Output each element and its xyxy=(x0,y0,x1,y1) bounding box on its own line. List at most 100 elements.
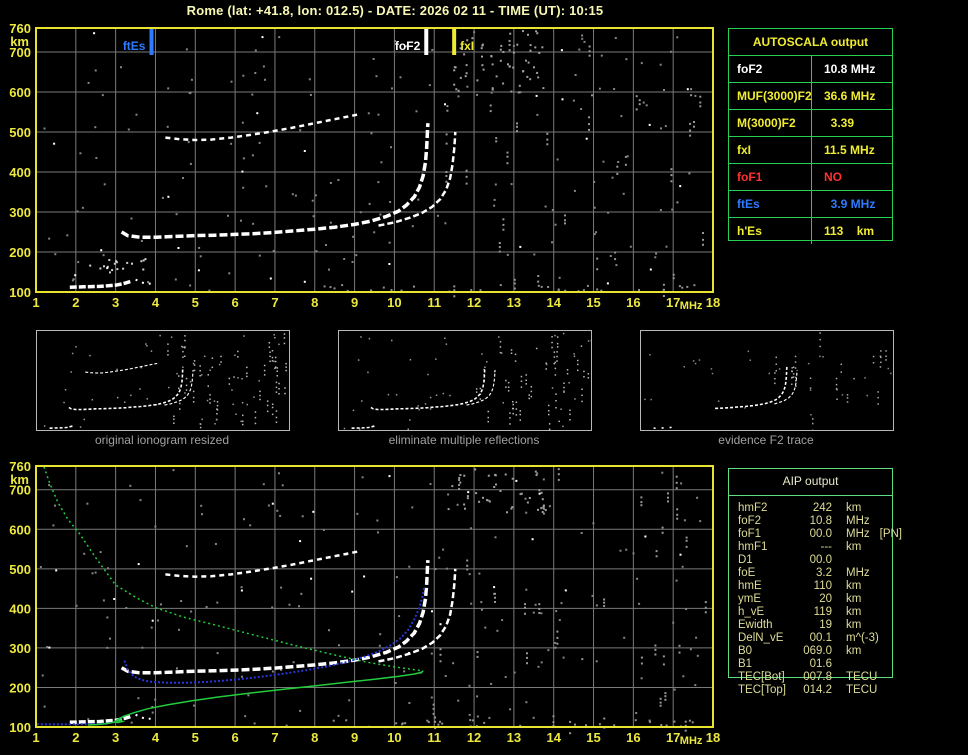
trace-es_tail xyxy=(135,713,155,721)
aip-extra xyxy=(877,684,887,697)
trace-es xyxy=(69,279,133,289)
aip-name: foF2 xyxy=(738,515,762,527)
marker-label-ftEs: ftEs xyxy=(123,39,146,53)
aip-unit: MHz xyxy=(846,567,870,579)
aip-value: 10.8 xyxy=(809,515,832,527)
x-tick-label: 1 xyxy=(32,730,39,745)
aip-unit: km xyxy=(846,541,862,553)
y-tick-label: 300 xyxy=(9,641,31,656)
trace-es_tail xyxy=(135,278,155,286)
x-tick-label: 7 xyxy=(271,295,278,310)
aip-extra xyxy=(870,515,880,528)
aip-value: --- xyxy=(820,541,833,553)
aip-unit: km xyxy=(846,606,862,618)
autoscala-row-value: NO xyxy=(824,170,842,184)
aip-table-rows: hmF2 242 km foF2 10.8 MHz foF1 00.0 MHz [PN] hmF1 -… xyxy=(728,502,904,697)
aip-row-hmF1: hmF1 --- km xyxy=(728,541,904,554)
x-tick-label: 17 xyxy=(666,295,680,310)
autoscala-row-label: fxI xyxy=(729,137,812,163)
aip-name: hmF2 xyxy=(738,502,768,514)
aip-unit: km xyxy=(846,645,862,657)
autoscala-row-MUF(3000)F2: MUF(3000)F2 36.6 MHz xyxy=(729,83,892,110)
trace-f2_x xyxy=(774,369,798,405)
y-tick-label: 500 xyxy=(9,125,31,140)
aip-unit xyxy=(832,658,846,671)
aip-row-B1: B1 01.6 xyxy=(728,658,904,671)
aip-extra xyxy=(861,593,871,606)
aip-value: 119 xyxy=(813,606,832,618)
trace-es xyxy=(49,425,73,429)
aip-unit: TECU xyxy=(846,684,878,696)
aip-name: Ewidth xyxy=(738,619,773,631)
y-tick-label: 400 xyxy=(9,165,31,180)
aip-unit: km xyxy=(846,593,862,605)
trace-f2_o xyxy=(370,366,486,411)
autoscala-output-table: AUTOSCALA output foF2 10.8 MHz MUF(3000)F2… xyxy=(728,28,893,244)
aip-unit: MHz xyxy=(846,528,870,540)
x-tick-label: 10 xyxy=(387,730,401,745)
autoscala-row-ftEs: ftEs 3.9 MHz xyxy=(729,191,892,218)
x-tick-label: 1 xyxy=(32,295,39,310)
x-tick-label: 3 xyxy=(112,730,119,745)
x-tick-label: 13 xyxy=(507,295,521,310)
aip-name: foF1 xyxy=(738,528,762,540)
x-tick-label: 5 xyxy=(192,730,199,745)
x-tick-label: 11 xyxy=(427,295,441,310)
thumbnail-evidence-f2-trace xyxy=(640,330,894,431)
x-tick-label: 5 xyxy=(192,295,199,310)
noise-dots xyxy=(475,336,590,430)
aip-row-TEC[Bot]: TEC[Bot] 007.8 TECU xyxy=(728,671,904,684)
noise-dots xyxy=(343,332,591,430)
aip-row-ymE: ymE 20 km xyxy=(728,593,904,606)
aip-row-D1: D1 00.0 xyxy=(728,554,904,567)
aip-name: D1 xyxy=(738,554,753,566)
bottom-ionogram-svg: 1 2 3 4 5 6 7 8 9 10 11 12 13 14 15 16 17 18MHz1002003004… xyxy=(9,459,720,747)
x-tick-label: 4 xyxy=(152,295,160,310)
aip-name: TEC[Bot] xyxy=(738,671,785,683)
thumbnail-original-ionogram xyxy=(36,330,290,431)
autoscala-row-value: 11.5 MHz xyxy=(824,143,875,157)
y-tick-label: 400 xyxy=(9,601,31,616)
autoscala-row-label: foF2 xyxy=(729,56,812,82)
x-axis-unit-label: MHz xyxy=(680,735,703,747)
trace-blue_f2 xyxy=(123,587,426,684)
aip-value: 014.2 xyxy=(803,684,832,696)
aip-name: B1 xyxy=(738,658,753,670)
autoscala-row-label: ftEs xyxy=(729,191,812,217)
autoscala-row-label: MUF(3000)F2 xyxy=(729,83,812,109)
trace-hop2 xyxy=(165,113,359,142)
ionogram-bottom-plot: 1 2 3 4 5 6 7 8 9 10 11 12 13 14 15 16 17 18 MHz 100 200 300 4… xyxy=(0,445,730,755)
autoscala-row-value: 3.9 MHz xyxy=(824,197,876,211)
trace-f2_o xyxy=(715,366,788,410)
noise-dots xyxy=(445,40,704,298)
x-tick-label: 17 xyxy=(666,730,680,745)
x-tick-label: 12 xyxy=(467,730,481,745)
trace-hop2 xyxy=(85,362,158,374)
x-tick-label: 6 xyxy=(232,730,239,745)
aip-row-B0: B0 069.0 km xyxy=(728,645,904,658)
x-tick-label: 12 xyxy=(467,295,481,310)
aip-row-foF1: foF1 00.0 MHz [PN] xyxy=(728,528,904,541)
x-tick-label: 16 xyxy=(626,730,640,745)
aip-name: TEC[Top] xyxy=(738,684,786,696)
y-tick-label: 100 xyxy=(9,285,31,300)
aip-row-hmE: hmE 110 km xyxy=(728,580,904,593)
aip-value: 01.6 xyxy=(809,658,832,670)
x-tick-label: 10 xyxy=(387,295,401,310)
aip-row-hmF2: hmF2 242 km xyxy=(728,502,904,515)
aip-row-DelN_vE: DelN_vE 00.1 m^(-3) xyxy=(728,632,904,645)
aip-name: hmE xyxy=(738,580,762,592)
autoscala-row-value: 3.39 xyxy=(824,116,855,130)
autoscala-row-M(3000)F2: M(3000)F2 3.39 xyxy=(729,110,892,137)
y-tick-label: 100 xyxy=(9,720,31,735)
noise-dots xyxy=(43,334,280,428)
x-tick-label: 7 xyxy=(271,730,278,745)
thumbnail-eliminate-reflections xyxy=(338,330,592,431)
aip-extra xyxy=(870,567,880,580)
aip-value: 007.8 xyxy=(803,671,832,683)
x-tick-label: 18 xyxy=(706,295,720,310)
aip-value: 00.0 xyxy=(809,554,832,566)
aip-extra xyxy=(861,606,871,619)
thumbnail-svg xyxy=(43,333,287,429)
x-tick-label: 13 xyxy=(507,730,521,745)
